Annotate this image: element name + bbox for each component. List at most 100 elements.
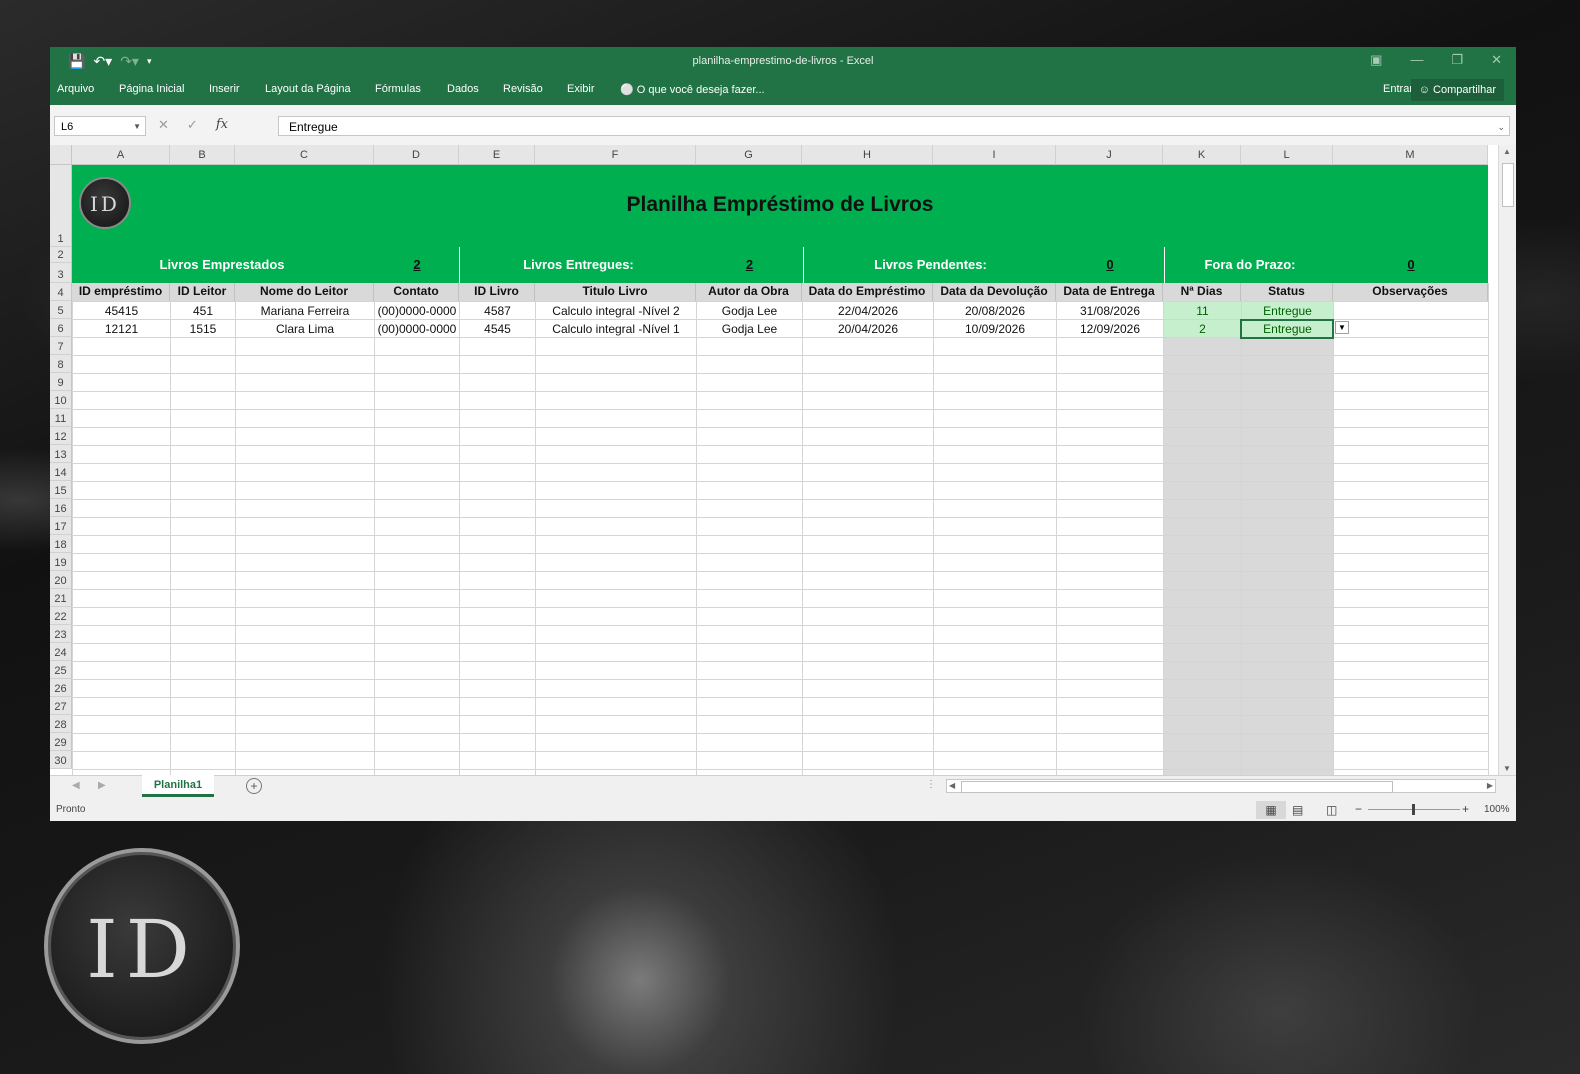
row-header[interactable]: 2 (50, 247, 72, 263)
insert-function-icon[interactable]: fx (216, 117, 228, 133)
row-header[interactable]: 28 (50, 715, 72, 733)
validation-dropdown-button[interactable]: ▼ (1335, 321, 1349, 334)
row-header[interactable]: 18 (50, 535, 72, 553)
vertical-scroll-thumb[interactable] (1502, 163, 1514, 207)
column-header-d[interactable]: D (374, 145, 459, 165)
table-cell[interactable]: Mariana Ferreira (236, 302, 374, 319)
selected-cell[interactable] (1240, 319, 1334, 339)
row-header[interactable]: 11 (50, 409, 72, 427)
row-header[interactable]: 23 (50, 625, 72, 643)
column-header-l[interactable]: L (1241, 145, 1333, 165)
select-all-corner[interactable] (50, 145, 72, 165)
zoom-out-icon[interactable]: − (1355, 802, 1362, 816)
spreadsheet-grid[interactable]: Planilha Empréstimo de Livros ID Livros … (50, 145, 1516, 775)
normal-view-icon[interactable]: ▦ (1256, 801, 1286, 819)
table-cell[interactable]: 4545 (460, 320, 535, 337)
column-header-i[interactable]: I (933, 145, 1056, 165)
chevron-down-icon[interactable]: ▼ (133, 117, 141, 137)
row-header[interactable]: 19 (50, 553, 72, 571)
table-cell[interactable]: Calculo integral -Nível 1 (536, 320, 696, 337)
row-header[interactable]: 8 (50, 355, 72, 373)
ribbon-display-icon[interactable]: ▣ (1370, 52, 1382, 68)
row-header[interactable]: 22 (50, 607, 72, 625)
row-header[interactable]: 16 (50, 499, 72, 517)
expand-formula-icon[interactable]: ⌄ (1497, 117, 1505, 137)
minimize-icon[interactable]: — (1410, 52, 1423, 68)
row-header[interactable]: 21 (50, 589, 72, 607)
tab-arquivo[interactable]: Arquivo (57, 83, 94, 95)
table-cell[interactable]: 12/09/2026 (1057, 320, 1163, 337)
vertical-scrollbar[interactable]: ▲ ▼ (1498, 145, 1516, 775)
tab-exibir[interactable]: Exibir (567, 83, 595, 95)
tab-pagina-inicial[interactable]: Página Inicial (119, 83, 184, 95)
table-cell[interactable]: 20/04/2026 (803, 320, 933, 337)
restore-icon[interactable]: ❐ (1451, 52, 1463, 68)
column-header-g[interactable]: G (696, 145, 802, 165)
column-header-c[interactable]: C (235, 145, 374, 165)
table-cell[interactable]: 2 (1164, 320, 1241, 337)
tab-formulas[interactable]: Fórmulas (375, 83, 421, 95)
tab-revisao[interactable]: Revisão (503, 83, 543, 95)
prev-sheet-icon[interactable]: ◀ (72, 780, 80, 791)
scroll-up-icon[interactable]: ▲ (1503, 147, 1511, 156)
column-header-m[interactable]: M (1333, 145, 1488, 165)
table-cell[interactable]: 31/08/2026 (1057, 302, 1163, 319)
zoom-slider-thumb[interactable] (1412, 804, 1415, 815)
table-cell[interactable]: (00)0000-0000 (375, 302, 459, 319)
row-header[interactable]: 10 (50, 391, 72, 409)
horizontal-scroll-thumb[interactable] (961, 781, 1393, 793)
table-cell[interactable] (1334, 320, 1488, 337)
table-cell[interactable]: Godja Lee (697, 320, 802, 337)
row-header[interactable]: 5 (50, 301, 72, 319)
page-layout-icon[interactable]: ▤ (1292, 801, 1303, 819)
table-cell[interactable]: 451 (171, 302, 235, 319)
row-header[interactable]: 3 (50, 263, 72, 283)
close-icon[interactable]: ✕ (1491, 52, 1502, 68)
row-header[interactable]: 24 (50, 643, 72, 661)
next-sheet-icon[interactable]: ▶ (98, 780, 106, 791)
zoom-in-icon[interactable]: + (1462, 802, 1469, 816)
column-header-e[interactable]: E (459, 145, 535, 165)
column-header-b[interactable]: B (170, 145, 235, 165)
column-header-a[interactable]: A (72, 145, 170, 165)
row-header[interactable]: 12 (50, 427, 72, 445)
table-cell[interactable]: Calculo integral -Nível 2 (536, 302, 696, 319)
page-break-icon[interactable]: ◫ (1326, 801, 1337, 819)
scroll-right-icon[interactable]: ▶ (1487, 780, 1493, 792)
zoom-level[interactable]: 100% (1484, 804, 1510, 815)
column-header-f[interactable]: F (535, 145, 696, 165)
row-header[interactable]: 26 (50, 679, 72, 697)
horizontal-scrollbar[interactable]: ◀ ▶ (946, 779, 1496, 793)
tell-me-box[interactable]: ⚪ O que você deseja fazer... (620, 83, 765, 96)
scroll-down-icon[interactable]: ▼ (1503, 764, 1511, 773)
formula-input[interactable]: Entregue ⌄ (278, 116, 1510, 136)
row-header[interactable]: 27 (50, 697, 72, 715)
row-header[interactable]: 6 (50, 319, 72, 337)
table-cell[interactable]: 10/09/2026 (934, 320, 1056, 337)
stat-value-entregues[interactable]: 2 (696, 247, 803, 283)
scroll-left-icon[interactable]: ◀ (949, 780, 955, 792)
row-header[interactable]: 15 (50, 481, 72, 499)
table-cell[interactable]: 45415 (73, 302, 170, 319)
stat-value-pendentes[interactable]: 0 (1056, 247, 1164, 283)
row-header[interactable]: 25 (50, 661, 72, 679)
table-cell[interactable]: Entregue (1242, 302, 1333, 319)
cancel-icon[interactable]: ✕ (158, 117, 169, 133)
column-header-k[interactable]: K (1163, 145, 1241, 165)
enter-icon[interactable]: ✓ (187, 117, 198, 133)
split-handle-icon[interactable]: ⋮ (926, 779, 936, 790)
row-header[interactable]: 1 (50, 165, 72, 247)
add-sheet-icon[interactable]: + (246, 778, 262, 794)
table-cell[interactable]: 12121 (73, 320, 170, 337)
tab-layout-da-pagina[interactable]: Layout da Página (265, 83, 351, 95)
table-cell[interactable]: 11 (1164, 302, 1241, 319)
row-header[interactable]: 4 (50, 283, 72, 301)
row-header[interactable]: 29 (50, 733, 72, 751)
tab-dados[interactable]: Dados (447, 83, 479, 95)
row-header[interactable]: 14 (50, 463, 72, 481)
row-header[interactable]: 17 (50, 517, 72, 535)
zoom-slider[interactable] (1368, 804, 1460, 815)
column-header-h[interactable]: H (802, 145, 933, 165)
row-header[interactable]: 9 (50, 373, 72, 391)
table-cell[interactable]: Clara Lima (236, 320, 374, 337)
